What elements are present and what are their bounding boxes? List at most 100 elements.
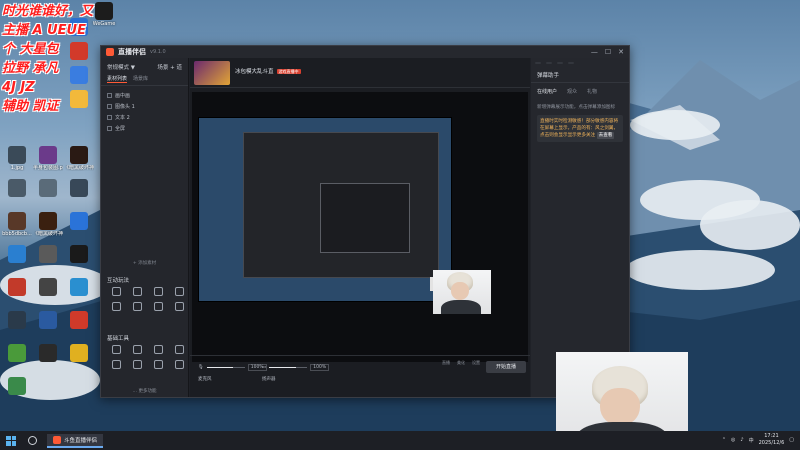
desktop-icon[interactable] — [33, 278, 63, 297]
scene-mode-select[interactable]: 常规模式 ▼ — [107, 63, 135, 71]
app-icon — [70, 179, 88, 197]
volume-icon[interactable]: ♪ — [740, 437, 743, 443]
desktop-icon[interactable] — [33, 179, 63, 198]
tool-button[interactable] — [107, 287, 126, 297]
preview-webcam-source[interactable] — [433, 270, 491, 314]
desktop-icon[interactable]: 《暗黑破坏神 IV》 — [64, 146, 94, 171]
minimize-button[interactable]: — — [591, 48, 598, 56]
source-item[interactable]: 文本 2 — [107, 112, 182, 123]
tab-online-users[interactable]: 在线用户 — [537, 88, 557, 95]
cloud — [625, 250, 775, 290]
checkbox-icon[interactable] — [107, 115, 112, 120]
stream-overlay-text: 时光谁谁好，又 主播 A UEUE 个 大星包 拉野 承凡 4J JZ 辅助 凯… — [2, 2, 102, 116]
tool-button[interactable] — [149, 345, 168, 355]
stream-title[interactable]: 冰包模大乱斗直 — [235, 69, 274, 75]
checkbox-icon[interactable] — [107, 93, 112, 98]
notification-icon[interactable]: ▢ — [789, 437, 794, 443]
desktop-icon[interactable]: 半身包装图.png — [33, 146, 63, 171]
taskbar-app-button[interactable]: 斗鱼直播伴侣 — [47, 433, 104, 448]
network-icon[interactable]: ◎ — [731, 437, 735, 443]
tool-button[interactable] — [149, 287, 168, 297]
desktop-icon[interactable] — [33, 311, 63, 330]
download-icon — [175, 345, 184, 354]
desktop-icon[interactable] — [33, 344, 63, 363]
mic-slider[interactable] — [206, 367, 245, 368]
desktop-icon[interactable] — [2, 278, 32, 297]
nested-app-capture — [243, 132, 439, 278]
lottery-icon — [175, 302, 184, 311]
nested-app-capture-inner — [320, 183, 410, 253]
tool-button[interactable] — [170, 345, 189, 355]
desktop-icon[interactable] — [2, 377, 32, 396]
tool-button[interactable] — [149, 302, 168, 312]
more-functions-button[interactable]: … 更多功能 — [101, 388, 188, 394]
maximize-button[interactable]: ☐ — [605, 48, 611, 56]
speaker-slider[interactable] — [269, 367, 308, 368]
checkbox-icon[interactable] — [107, 126, 112, 131]
input-method-icon[interactable]: 中 — [749, 437, 754, 444]
source-item[interactable]: 图像头 1 — [107, 101, 182, 112]
search-icon[interactable] — [28, 436, 37, 445]
stream-preview-canvas[interactable] — [192, 92, 528, 362]
beauty-tool-button[interactable]: 美化 — [457, 360, 465, 366]
tool-button[interactable] — [128, 360, 147, 370]
desktop-icon[interactable] — [33, 245, 63, 264]
desktop-icon-label: bbb5dbcb... — [2, 231, 32, 237]
stream-cover-thumbnail[interactable] — [194, 60, 230, 85]
chevron-up-icon[interactable]: ⌃ — [722, 437, 726, 443]
desktop-icon[interactable] — [64, 344, 94, 363]
tool-button[interactable] — [149, 360, 168, 370]
speaker-volume[interactable]: ▭ 100% — [262, 364, 330, 371]
close-button[interactable]: ✕ — [618, 48, 624, 56]
desktop-icon[interactable] — [64, 245, 94, 264]
view-more-button[interactable]: 去查看 — [596, 132, 615, 139]
tab-gifts[interactable]: 礼物 — [587, 88, 597, 95]
tab-sources[interactable]: 素材列表 — [107, 75, 128, 83]
source-item[interactable]: 画中画 — [107, 90, 182, 101]
tool-button[interactable] — [128, 345, 147, 355]
mic-volume[interactable]: 🎙 100% — [198, 364, 267, 371]
desktop-icon[interactable] — [64, 212, 94, 231]
tool-button[interactable] — [107, 345, 126, 355]
top-button[interactable] — [568, 62, 574, 64]
top-button[interactable] — [546, 62, 552, 64]
desktop-icon[interactable] — [2, 311, 32, 330]
source-item[interactable]: 全屏 — [107, 123, 182, 134]
app-icon — [70, 212, 88, 230]
mic-icon: 🎙 — [198, 365, 204, 370]
desktop-icon[interactable] — [2, 344, 32, 363]
desktop-icon[interactable]: 《暗黑破坏神 II》 — [33, 212, 63, 237]
tool-button[interactable] — [107, 302, 126, 312]
app-icon — [8, 278, 26, 296]
tab-scene-library[interactable]: 场景库 — [133, 75, 148, 83]
clock[interactable]: 17:21 2025/12/6 — [759, 433, 785, 447]
tool-button[interactable] — [170, 287, 189, 297]
desktop-icon[interactable] — [64, 311, 94, 330]
desktop-icon[interactable]: bbb5dbcb... — [2, 212, 32, 237]
tab-audience[interactable]: 观众 — [567, 88, 577, 95]
tool-button[interactable] — [107, 360, 126, 370]
app-logo-icon — [106, 48, 114, 56]
desktop-icon[interactable] — [2, 179, 32, 198]
start-live-button[interactable]: 开始直播 — [486, 361, 526, 373]
desktop-icon[interactable] — [64, 179, 94, 198]
windows-start-icon[interactable] — [6, 435, 16, 446]
desktop-icon[interactable] — [64, 278, 94, 297]
checkbox-icon[interactable] — [107, 104, 112, 109]
tool-button[interactable] — [128, 302, 147, 312]
app-icon — [8, 245, 26, 263]
doc-icon — [112, 345, 121, 354]
scene-actions[interactable]: 场景 + 道 — [157, 63, 182, 71]
settings-tool-button[interactable]: 设置 — [472, 360, 480, 366]
desktop-icon[interactable]: 1.jpg — [2, 146, 32, 171]
live-tool-button[interactable]: 直播 — [442, 360, 450, 366]
tool-button[interactable] — [170, 302, 189, 312]
app-icon — [70, 311, 88, 329]
tool-button[interactable] — [170, 360, 189, 370]
desktop-icon[interactable] — [2, 245, 32, 264]
add-source-button[interactable]: + 添加素材 — [101, 260, 188, 266]
top-button[interactable] — [535, 62, 541, 64]
top-button[interactable] — [557, 62, 563, 64]
tool-button[interactable] — [128, 287, 147, 297]
app-title: 直播伴侣 — [118, 48, 146, 56]
